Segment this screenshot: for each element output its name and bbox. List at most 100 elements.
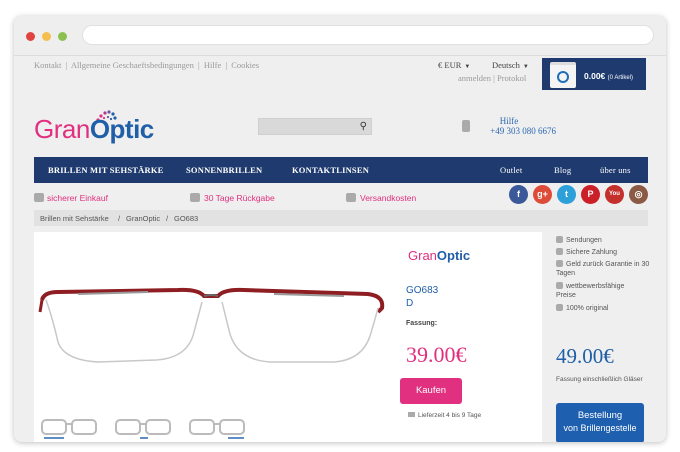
address-bar[interactable] xyxy=(82,25,654,45)
order-line2: von Brillengestelle xyxy=(563,423,637,433)
side-item-label: 100% original xyxy=(566,305,609,312)
product-image[interactable] xyxy=(38,272,386,382)
side-item-label: Sichere Zahlung xyxy=(566,249,617,256)
logo-text-optic: Optic xyxy=(89,114,154,144)
language-select[interactable]: Deutsch ▼ xyxy=(492,60,529,70)
link-hilfe[interactable]: Hilfe xyxy=(204,60,221,70)
side-price: 49.00€ xyxy=(556,344,614,368)
cart-summary: 0.00€ (0 Artikel) xyxy=(584,71,633,81)
help-phone: +49 303 080 6676 xyxy=(490,126,556,136)
chevron-down-icon: ▼ xyxy=(464,64,471,70)
cart-amount: 0.00€ xyxy=(584,71,606,81)
side-item-original: 100% original xyxy=(556,304,608,313)
link-cookies[interactable]: Cookies xyxy=(231,60,259,70)
thumbnail-bridge[interactable] xyxy=(114,416,174,442)
close-window-icon[interactable] xyxy=(26,32,35,41)
nav-item-blog[interactable]: Blog xyxy=(554,165,571,175)
link-agb[interactable]: Allgemeine Geschaeftsbedingungen xyxy=(71,60,194,70)
product-variant: D xyxy=(406,298,414,309)
maximize-window-icon[interactable] xyxy=(58,32,67,41)
side-item-guarantee: Geld zurück Garantie in 30 Tagen xyxy=(556,260,652,278)
cart-button[interactable]: 0.00€ (0 Artikel) xyxy=(542,58,646,90)
trust-shipping: Versandkosten xyxy=(360,193,417,203)
sidebar: Sendungen Sichere Zahlung Geld zurück Ga… xyxy=(556,232,652,442)
lock-icon xyxy=(556,248,563,255)
main-nav: BRILLEN MIT SEHSTÄRKE SONNENBRILLEN KONT… xyxy=(34,157,648,183)
side-item-prices: wettbewerbsfähige Preise xyxy=(556,282,636,300)
nav-item-brillen[interactable]: BRILLEN MIT SEHSTÄRKE xyxy=(48,165,164,175)
lock-icon xyxy=(34,193,44,202)
nav-item-sonnenbrillen[interactable]: SONNENBRILLEN xyxy=(186,165,262,175)
buy-button[interactable]: Kaufen xyxy=(400,378,462,404)
badge-icon xyxy=(556,304,563,311)
thumbnail-side[interactable] xyxy=(188,416,248,442)
top-links: Kontakt | Allgemeine Geschaeftsbedingung… xyxy=(34,60,261,70)
currency-select[interactable]: € EUR ▼ xyxy=(438,60,470,70)
breadcrumb: Brillen mit Sehstärke / GranOptic / GO68… xyxy=(34,210,648,226)
side-price-note: Fassung einschließlich Gläser xyxy=(556,376,643,383)
trust-secure: sicherer Einkauf xyxy=(47,193,108,203)
site-logo[interactable]: GranOptic xyxy=(34,114,154,145)
nav-item-about[interactable]: über uns xyxy=(600,165,631,175)
top-bar: Kontakt | Allgemeine Geschaeftsbedingung… xyxy=(14,56,666,96)
web-page: Kontakt | Allgemeine Geschaeftsbedingung… xyxy=(14,56,666,442)
pinterest-icon[interactable]: P xyxy=(581,185,600,204)
account-links[interactable]: anmelden | Protokol xyxy=(458,73,526,83)
facebook-icon[interactable]: f xyxy=(509,185,528,204)
order-frames-button[interactable]: Bestellung von Brillengestelle xyxy=(556,403,644,442)
breadcrumb-item-granoptic[interactable]: GranOptic xyxy=(126,214,160,223)
separator: | xyxy=(225,60,228,70)
nav-item-kontaktlinsen[interactable]: KONTAKTLINSEN xyxy=(292,165,369,175)
product-panel: GranOptic GO683 D Fassung: 39.00€ Kaufen… xyxy=(34,232,542,442)
breadcrumb-separator: / xyxy=(166,214,169,223)
help-contact[interactable]: Hilfe +49 303 080 6676 xyxy=(462,116,556,136)
twitter-icon[interactable]: t xyxy=(557,185,576,204)
return-icon xyxy=(190,193,200,202)
tag-icon xyxy=(556,282,563,289)
package-icon xyxy=(556,236,563,243)
instagram-icon[interactable]: ◎ xyxy=(629,185,648,204)
frame-label: Fassung: xyxy=(406,320,438,327)
trust-bar: sicherer Einkauf 30 Tage Rückgabe Versan… xyxy=(34,186,648,208)
brand-text-gran: Gran xyxy=(408,248,437,263)
chevron-down-icon: ▼ xyxy=(522,64,529,70)
cart-count: (0 Artikel) xyxy=(607,75,633,81)
browser-chrome xyxy=(14,16,666,56)
product-title: GO683 D xyxy=(406,284,438,310)
side-item-label: wettbewerbsfähige Preise xyxy=(556,283,625,299)
product-code: GO683 xyxy=(406,285,439,296)
side-item-payment: Sichere Zahlung xyxy=(556,248,617,257)
shopping-bag-icon xyxy=(550,62,576,88)
refresh-icon xyxy=(556,260,563,267)
trust-returns: 30 Tage Rückgabe xyxy=(204,193,275,203)
separator: | xyxy=(65,60,68,70)
breadcrumb-item-current: GO683 xyxy=(174,214,199,223)
language-value: Deutsch xyxy=(492,60,520,70)
breadcrumb-separator: / xyxy=(118,214,121,223)
browser-window: Kontakt | Allgemeine Geschaeftsbedingung… xyxy=(14,16,666,442)
order-line1: Bestellung xyxy=(577,410,623,421)
side-item-shipping: Sendungen xyxy=(556,236,602,245)
nav-item-outlet[interactable]: Outlet xyxy=(500,165,522,175)
search-icon[interactable]: ⚲ xyxy=(360,121,367,132)
googleplus-icon[interactable]: g+ xyxy=(533,185,552,204)
help-label: Hilfe xyxy=(499,116,519,126)
side-item-label: Geld zurück Garantie in 30 Tagen xyxy=(556,261,650,277)
brand-logo: GranOptic xyxy=(408,248,470,263)
brand-text-optic: Optic xyxy=(436,248,471,263)
phone-icon xyxy=(462,120,470,132)
brand-badge-icon xyxy=(557,71,569,83)
logo-text-gran: Gran xyxy=(34,114,90,144)
minimize-window-icon[interactable] xyxy=(42,32,51,41)
product-price: 39.00€ xyxy=(406,342,467,367)
thumbnail-front[interactable] xyxy=(40,416,100,442)
truck-icon xyxy=(346,193,356,202)
delivery-time: Lieferzeit 4 bis 9 Tage xyxy=(408,412,481,419)
youtube-icon[interactable]: You xyxy=(605,185,624,204)
side-item-label: Sendungen xyxy=(566,237,602,244)
currency-value: € EUR xyxy=(438,60,462,70)
link-kontakt[interactable]: Kontakt xyxy=(34,60,61,70)
separator: | xyxy=(197,60,200,70)
breadcrumb-item-brillen[interactable]: Brillen mit Sehstärke xyxy=(40,214,109,223)
search-input[interactable]: ⚲ xyxy=(258,118,372,135)
